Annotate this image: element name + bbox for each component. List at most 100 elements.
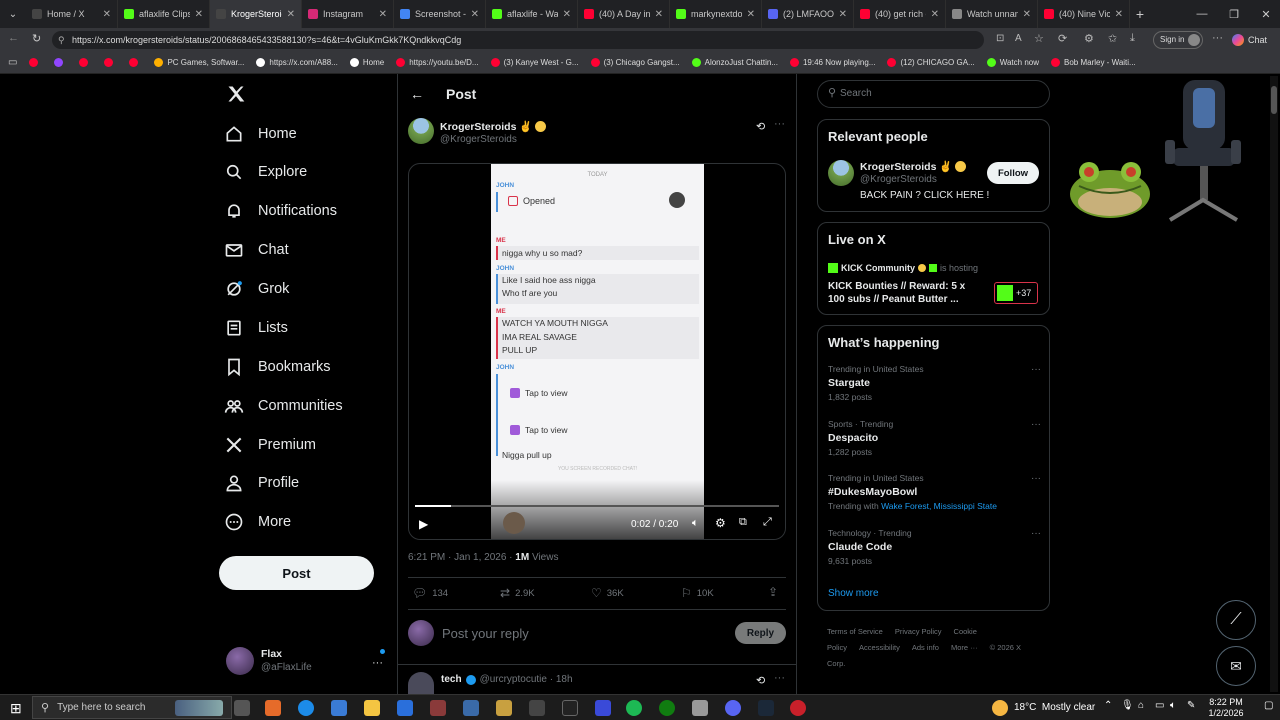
- nav-item-chat[interactable]: Chat: [224, 235, 289, 265]
- weather-text[interactable]: 18°C Mostly clear: [1014, 702, 1095, 713]
- sign-in-button[interactable]: Sign in: [1153, 31, 1203, 49]
- install-app-icon[interactable]: ⊡: [996, 33, 1004, 44]
- author-name-row[interactable]: KrogerSteroids ✌: [440, 120, 547, 133]
- bookmark-item[interactable]: (12) CHICAGO GA...: [881, 52, 980, 74]
- extensions-icon[interactable]: ⚙: [1084, 32, 1094, 45]
- nav-item-profile[interactable]: Profile: [224, 468, 299, 498]
- tab-close-icon[interactable]: ✕: [287, 9, 295, 20]
- person-avatar[interactable]: [828, 160, 854, 186]
- browser-tab[interactable]: Instagram ✕: [302, 0, 394, 28]
- trend-item[interactable]: Trending in United States Stargate 1,832 p…: [828, 364, 1041, 414]
- task-view-icon[interactable]: [234, 700, 250, 716]
- search-highlight-icon[interactable]: [175, 700, 223, 716]
- bookmark-item[interactable]: (3) Kanye West - G...: [485, 52, 585, 74]
- edge-icon[interactable]: [298, 700, 314, 716]
- bookmarks-folder-icon[interactable]: ▭: [6, 57, 23, 68]
- tab-close-icon[interactable]: ✕: [195, 9, 203, 20]
- scrollbar-thumb[interactable]: [1271, 86, 1277, 114]
- app-icon[interactable]: [595, 700, 611, 716]
- footer-link[interactable]: Accessibility: [859, 643, 900, 652]
- tab-close-icon[interactable]: ✕: [563, 9, 571, 20]
- new-tab-button[interactable]: +: [1130, 0, 1150, 28]
- browser-menu-icon[interactable]: ···: [1212, 32, 1223, 44]
- notification-icon[interactable]: ▢: [1264, 700, 1273, 711]
- account-switcher[interactable]: Flax @aFlaxLife ···: [226, 645, 386, 679]
- bookmark-item[interactable]: [123, 52, 148, 74]
- pip-icon[interactable]: ⧉: [739, 516, 747, 529]
- nav-item-bookmarks[interactable]: Bookmarks: [224, 352, 331, 382]
- trend-item[interactable]: Trending in United States #DukesMayoBowl T…: [828, 473, 1041, 523]
- bookmark-item[interactable]: [98, 52, 123, 74]
- app-icon[interactable]: [790, 700, 806, 716]
- browser-tab[interactable]: aflaxlife - Watch ✕: [486, 0, 578, 28]
- tab-close-icon[interactable]: ✕: [1115, 9, 1123, 20]
- spotify-icon[interactable]: [626, 700, 642, 716]
- browser-tab[interactable]: (40) Nine Vicio ✕: [1038, 0, 1130, 28]
- live-description[interactable]: KICK Bounties // Reward: 5 x 100 subs //…: [828, 280, 978, 306]
- tray-chevron-icon[interactable]: ⌃: [1104, 700, 1112, 711]
- trend-more-icon[interactable]: ···: [1031, 528, 1041, 539]
- mail-icon[interactable]: [397, 700, 413, 716]
- nav-item-grok[interactable]: Grok: [224, 274, 289, 304]
- bookmark-item[interactable]: PC Games, Softwar...: [148, 52, 250, 74]
- footer-link[interactable]: Privacy Policy: [895, 627, 942, 636]
- search-input[interactable]: ⚲ Search: [817, 80, 1050, 108]
- reply-input[interactable]: Post your reply: [442, 626, 529, 641]
- post-button[interactable]: Post: [219, 556, 374, 590]
- windows-start-icon[interactable]: ⊞: [10, 700, 22, 717]
- page-scrollbar[interactable]: [1270, 76, 1278, 692]
- tab-search-icon[interactable]: ⌄: [0, 0, 26, 28]
- footer-link[interactable]: More ···: [951, 643, 978, 652]
- nav-item-premium[interactable]: Premium: [224, 430, 316, 460]
- bookmark-item[interactable]: https://youtu.be/D...: [390, 52, 484, 74]
- discord-icon[interactable]: [725, 700, 741, 716]
- reply-stat-button[interactable]: 💬︎ 134: [412, 586, 448, 600]
- copilot-chat-button[interactable]: Chat: [1232, 32, 1267, 48]
- share-icon[interactable]: ⇪: [768, 585, 778, 599]
- reply-author-avatar[interactable]: [408, 672, 434, 694]
- app-icon[interactable]: [562, 700, 578, 716]
- bookmark-item[interactable]: Watch now: [981, 52, 1045, 74]
- browser-tab[interactable]: Home / X ✕: [26, 0, 118, 28]
- account-more-icon[interactable]: ···: [372, 657, 383, 669]
- author-handle[interactable]: @KrogerSteroids: [440, 134, 517, 145]
- grok-explain-icon[interactable]: ⟲: [756, 674, 765, 687]
- close-window-icon[interactable]: ✕: [1250, 0, 1280, 28]
- live-participants[interactable]: +37: [994, 282, 1038, 304]
- xbox-icon[interactable]: [659, 700, 675, 716]
- weather-icon[interactable]: [992, 700, 1008, 716]
- steam-icon[interactable]: [758, 700, 774, 716]
- browser-tab[interactable]: KrogerSteroids ✌ ✕: [210, 0, 302, 28]
- volume-icon[interactable]: 🔈︎: [1170, 700, 1176, 711]
- minimize-icon[interactable]: —: [1186, 0, 1218, 28]
- browser-tab[interactable]: (40) get rich or ✕: [854, 0, 946, 28]
- browser-tab[interactable]: Screenshot - d... ✕: [394, 0, 486, 28]
- tab-close-icon[interactable]: ✕: [103, 9, 111, 20]
- browser-tab[interactable]: markynextdoor ✕: [670, 0, 762, 28]
- bookmark-item[interactable]: (3) Chicago Gangst...: [585, 52, 686, 74]
- live-host-row[interactable]: KICK Community is hosting: [828, 263, 978, 273]
- bookmark-item[interactable]: [73, 52, 98, 74]
- bookmark-item[interactable]: Bob Marley - Waiti...: [1045, 52, 1142, 74]
- nav-item-notifications[interactable]: Notifications: [224, 196, 337, 226]
- app-icon[interactable]: [692, 700, 708, 716]
- bookmark-item[interactable]: [48, 52, 73, 74]
- trend-more-icon[interactable]: ···: [1031, 364, 1041, 375]
- video-player[interactable]: TODAY JOHN Opened ME nigga why u so mad?…: [408, 163, 786, 540]
- display-icon[interactable]: ▭: [1155, 700, 1164, 711]
- bookmark-item[interactable]: AlonzoJust Chattin...: [686, 52, 784, 74]
- read-aloud-icon[interactable]: A: [1015, 33, 1022, 44]
- browser-tab[interactable]: aflaxlife Clips - Kick ✕: [118, 0, 210, 28]
- tab-close-icon[interactable]: ✕: [379, 9, 387, 20]
- back-icon[interactable]: ←: [8, 32, 19, 44]
- trend-item[interactable]: Technology · Trending Claude Code 9,631 po…: [828, 528, 1041, 578]
- trend-item[interactable]: Sports · Trending Despacito 1,282 posts ···: [828, 419, 1041, 469]
- nav-item-explore[interactable]: Explore: [224, 157, 307, 187]
- site-info-icon[interactable]: ⚲: [58, 31, 65, 49]
- app-icon[interactable]: [496, 700, 512, 716]
- grok-explain-icon[interactable]: ⟲: [756, 120, 765, 133]
- nav-item-communities[interactable]: Communities: [224, 391, 343, 421]
- x-logo-icon[interactable]: [226, 84, 246, 109]
- tab-close-icon[interactable]: ✕: [747, 9, 755, 20]
- store-icon[interactable]: [331, 700, 347, 716]
